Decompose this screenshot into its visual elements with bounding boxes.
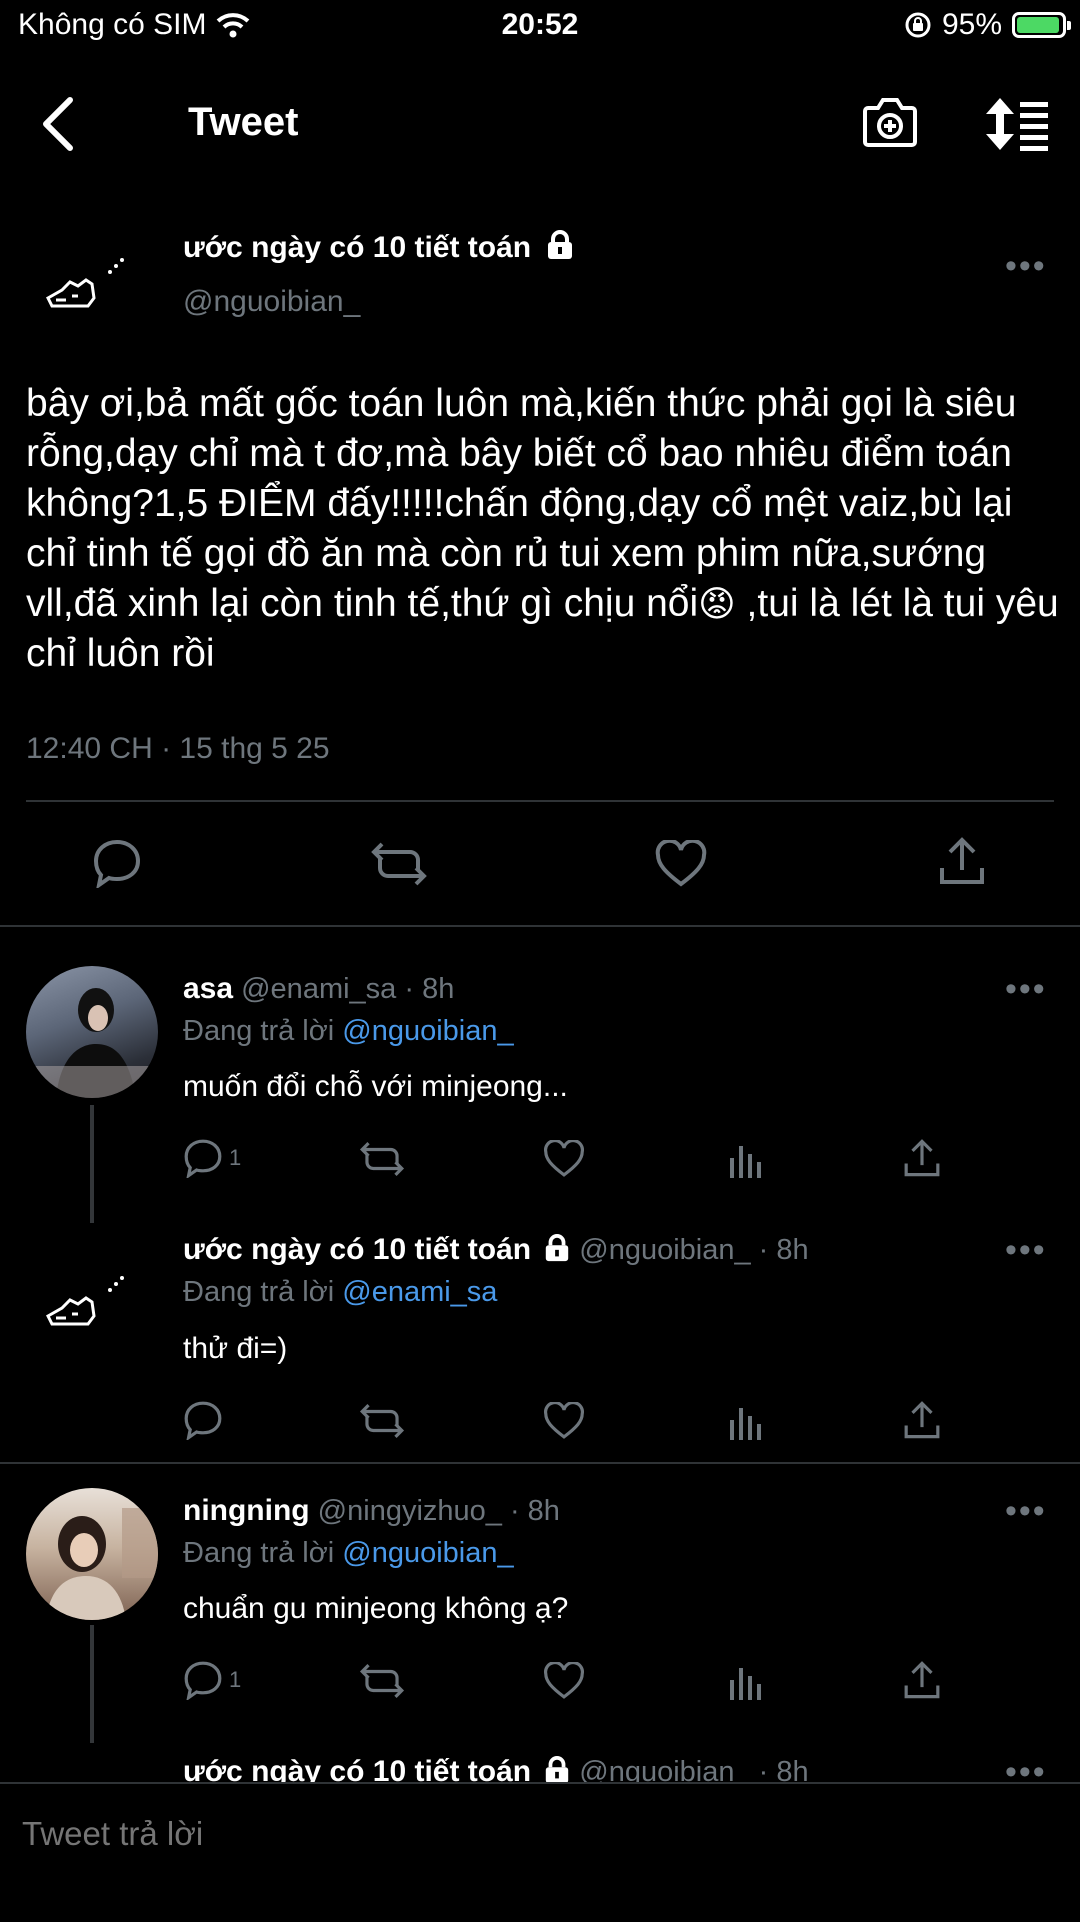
author-name[interactable]: ước ngày có 10 tiết toán (183, 230, 575, 265)
reply-text: thử đi=) (183, 1332, 288, 1365)
replying-to: Đang trả lời @nguoibian_ (183, 1015, 514, 1048)
reply-avatar-author[interactable] (22, 1236, 154, 1373)
author-handle[interactable]: @nguoibian_ (183, 285, 360, 319)
replying-to: Đang trả lời @nguoibian_ (183, 1537, 514, 1570)
analytics-icon[interactable] (728, 1140, 764, 1178)
camera-add-icon[interactable] (862, 96, 918, 148)
reply-author-name[interactable]: ningning (183, 1494, 310, 1527)
battery-percent: 95% (941, 8, 1002, 41)
more-options-icon[interactable]: ••• (1005, 247, 1047, 286)
lock-icon (548, 230, 573, 259)
reply-handle-time: @nguoibian_ · 8h (571, 1234, 809, 1266)
reply-avatar-asa[interactable] (26, 966, 158, 1098)
like-icon[interactable] (543, 1402, 585, 1440)
reply-header: asa @enami_sa · 8h (183, 972, 454, 1006)
share-icon[interactable] (938, 836, 986, 886)
lock-icon (546, 1234, 569, 1262)
reply-icon (184, 1661, 222, 1700)
reply-button[interactable]: 1 (183, 1660, 241, 1700)
thread-line (90, 1105, 94, 1223)
share-icon[interactable] (903, 1138, 941, 1178)
person-photo (26, 988, 158, 1098)
replying-prefix: Đang trả lời (183, 1276, 343, 1308)
more-options-icon[interactable]: ••• (1005, 1492, 1047, 1531)
reply-icon (184, 1401, 222, 1440)
reply-composer (0, 1782, 1080, 1922)
reply-avatar-ningning[interactable] (26, 1488, 158, 1620)
reply-button[interactable]: 1 (183, 1138, 241, 1178)
analytics-icon[interactable] (728, 1402, 764, 1440)
section-divider (0, 1462, 1080, 1464)
mention-link[interactable]: @nguoibian_ (342, 1537, 513, 1569)
reply-text: muốn đổi chỗ với minjeong... (183, 1070, 568, 1103)
more-options-icon[interactable]: ••• (1005, 970, 1047, 1009)
author-avatar[interactable] (22, 218, 154, 355)
like-icon[interactable] (543, 1662, 585, 1700)
share-icon[interactable] (903, 1400, 941, 1440)
mention-link[interactable]: @nguoibian_ (342, 1015, 513, 1047)
reply-count: 1 (229, 1145, 242, 1170)
rotation-lock-icon (905, 12, 931, 38)
cat-avatar-icon (46, 1276, 124, 1326)
replying-to: Đang trả lời @enami_sa (183, 1276, 497, 1309)
reply-header: ningning @ningyizhuo_ · 8h (183, 1494, 560, 1528)
tweet-text: bây ơi,bả mất gốc toán luôn mà,kiến thức… (26, 379, 1066, 679)
retweet-icon[interactable] (359, 1402, 405, 1440)
thread-line (90, 1625, 94, 1743)
reply-count: 1 (229, 1667, 242, 1692)
divider (26, 800, 1054, 802)
replying-prefix: Đang trả lời (183, 1537, 343, 1569)
sort-icon[interactable] (984, 96, 1050, 152)
author-name-text: ước ngày có 10 tiết toán (183, 231, 532, 264)
reply-author-name[interactable]: asa (183, 972, 233, 1005)
reply-handle-time: @ningyizhuo_ · 8h (309, 1495, 560, 1527)
reply-button[interactable] (183, 1400, 229, 1440)
analytics-icon[interactable] (728, 1662, 764, 1700)
reply-input[interactable] (20, 1814, 924, 1854)
reply-handle-time: @enami_sa · 8h (233, 973, 455, 1005)
reply-author-name[interactable]: ước ngày có 10 tiết toán (183, 1233, 531, 1266)
retweet-icon[interactable] (359, 1662, 405, 1700)
battery-icon (1012, 12, 1071, 38)
reply-text: chuẩn gu minjeong không ạ? (183, 1592, 569, 1625)
status-bar: Không có SIM 20:52 95% (0, 0, 1080, 55)
person-photo (46, 1508, 158, 1620)
reply-icon (184, 1139, 222, 1178)
section-divider (0, 925, 1080, 927)
like-icon[interactable] (543, 1140, 585, 1178)
back-arrow-icon[interactable] (38, 96, 78, 152)
page-title: Tweet (188, 100, 299, 144)
angry-emoji: 😡 (698, 583, 736, 624)
more-options-icon[interactable]: ••• (1005, 1231, 1047, 1270)
cat-avatar-icon (22, 218, 154, 350)
reply-header: ước ngày có 10 tiết toán @nguoibian_ · 8… (183, 1233, 809, 1267)
tweet-timestamp: 12:40 CH · 15 thg 5 25 (26, 732, 330, 765)
replying-prefix: Đang trả lời (183, 1015, 343, 1047)
nav-bar: Tweet (0, 70, 1080, 180)
retweet-icon[interactable] (359, 1140, 405, 1178)
retweet-icon[interactable] (370, 840, 428, 888)
share-icon[interactable] (903, 1660, 941, 1700)
lock-icon (546, 1756, 569, 1784)
like-icon[interactable] (655, 840, 707, 888)
reply-icon[interactable] (92, 838, 142, 888)
mention-link[interactable]: @enami_sa (342, 1276, 497, 1308)
